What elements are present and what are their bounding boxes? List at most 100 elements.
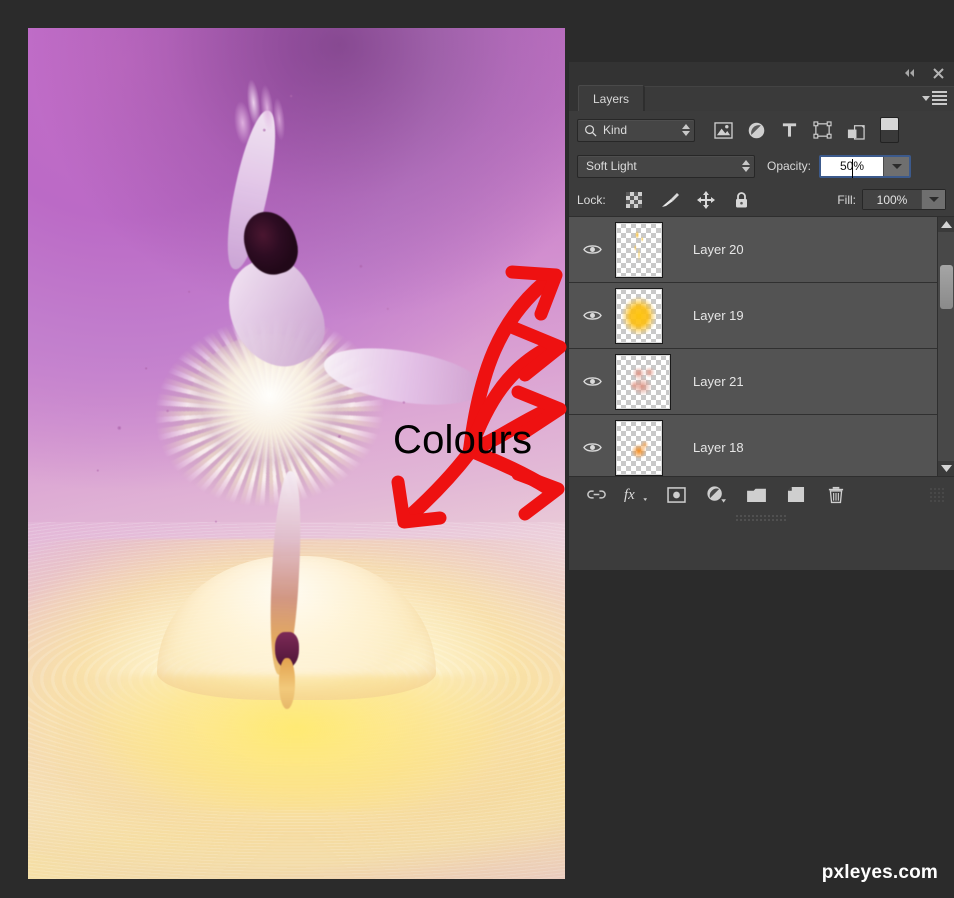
lock-all-icon[interactable] [724, 188, 760, 212]
mask-icon [666, 486, 686, 503]
layer-visibility-toggle[interactable] [569, 441, 615, 454]
grip-dots-icon [735, 514, 788, 522]
table-row[interactable]: Layer 20 [569, 217, 954, 283]
layer-thumbnail-cell [615, 221, 679, 278]
close-panel-button[interactable] [930, 66, 946, 80]
new-layer-icon [787, 486, 805, 503]
scroll-up-arrow-icon [940, 221, 952, 228]
hamburger-icon [932, 91, 947, 105]
layer-list: Layer 20 Layer 19 Layer 21 Layer 18 [569, 217, 954, 476]
layer-name: Layer 18 [693, 440, 744, 455]
layer-visibility-toggle[interactable] [569, 243, 615, 256]
new-group-button[interactable] [739, 481, 773, 509]
chevron-down-icon [928, 197, 939, 202]
lock-label: Lock: [577, 192, 606, 207]
blend-mode-select[interactable]: Soft Light [577, 154, 755, 178]
tab-layers-label: Layers [593, 91, 630, 106]
panel-bottom-grip[interactable] [569, 512, 954, 524]
close-icon [932, 67, 944, 79]
chevron-down-icon [922, 95, 930, 101]
fill-label: Fill: [837, 192, 856, 207]
blend-mode-row: Soft Light Opacity: 50% [569, 149, 954, 183]
eye-icon [582, 443, 602, 452]
layer-list-scrollbar[interactable] [937, 217, 954, 476]
chevron-down-icon [891, 163, 902, 169]
table-row[interactable]: Layer 18 [569, 415, 954, 476]
fill-dropdown-button[interactable] [921, 190, 945, 209]
add-layer-mask-button[interactable] [659, 481, 693, 509]
stepper-up-down-icon[interactable] [682, 124, 690, 136]
filter-adjustment-icon[interactable] [740, 117, 773, 143]
layer-name: Layer 19 [693, 308, 744, 323]
lock-image-pixels-icon[interactable] [652, 188, 688, 212]
fill-control[interactable]: 100% [862, 189, 946, 210]
scroll-down-arrow-icon [940, 465, 952, 472]
opacity-input[interactable]: 50% [821, 156, 884, 178]
panel-resize-grip[interactable] [930, 487, 944, 502]
fill-value: 100% [876, 192, 908, 207]
filter-kind-select[interactable]: Kind [577, 118, 695, 142]
filter-type-icon[interactable] [773, 117, 806, 143]
watermark: pxleyes.com [821, 862, 938, 883]
annotation-label: Colours [393, 418, 533, 462]
link-icon [586, 490, 606, 499]
folder-icon [746, 488, 766, 502]
scroll-down-button[interactable] [938, 461, 954, 476]
scrollbar-thumb[interactable] [940, 265, 953, 309]
new-fill-adjustment-button[interactable] [699, 481, 733, 509]
filter-shape-icon[interactable] [806, 117, 839, 143]
search-icon [585, 124, 597, 137]
table-row[interactable]: Layer 21 [569, 349, 954, 415]
lock-transparent-pixels-icon[interactable] [616, 188, 652, 212]
filter-kind-label: Kind [603, 123, 628, 137]
eye-icon [582, 377, 602, 386]
layer-thumbnail [615, 353, 671, 410]
layer-name: Layer 21 [693, 374, 744, 389]
layer-thumbnail-cell [615, 287, 679, 344]
panel-tab-row: Layers [569, 84, 954, 111]
tab-strip-empty [644, 86, 954, 111]
svg-text:fx: fx [624, 487, 635, 503]
layers-panel: Layers Kind Soft Light Opacity: Lock: Fi… [568, 62, 954, 570]
panel-titlebar [569, 62, 954, 84]
table-row[interactable]: Layer 19 [569, 283, 954, 349]
lock-position-icon[interactable] [688, 188, 724, 212]
filter-pixel-icon[interactable] [707, 117, 740, 143]
fx-icon: fx [624, 487, 648, 503]
adjustment-circle-icon [706, 486, 726, 503]
link-layers-button[interactable] [579, 481, 613, 509]
layer-style-button[interactable]: fx [619, 481, 653, 509]
fill-input[interactable]: 100% [863, 190, 921, 209]
panel-menu-button[interactable] [922, 91, 947, 105]
filter-toggle-switch[interactable] [880, 117, 899, 143]
trash-icon [828, 486, 844, 504]
lock-row: Lock: Fill: 100% [569, 183, 954, 217]
layer-thumbnail [615, 221, 663, 278]
tab-layers[interactable]: Layers [578, 85, 645, 111]
opacity-dropdown-button[interactable] [883, 156, 910, 176]
layer-visibility-toggle[interactable] [569, 309, 615, 322]
layer-visibility-toggle[interactable] [569, 375, 615, 388]
stepper-up-down-icon[interactable] [742, 160, 750, 172]
layer-thumbnail-cell [615, 419, 679, 476]
layer-name: Layer 20 [693, 242, 744, 257]
double-chevron-left-icon [905, 69, 914, 77]
blend-mode-value: Soft Light [586, 159, 637, 173]
eye-icon [582, 311, 602, 320]
filter-smart-object-icon[interactable] [839, 117, 872, 143]
delete-layer-button[interactable] [819, 481, 853, 509]
eye-icon [582, 245, 602, 254]
scroll-up-button[interactable] [938, 217, 954, 232]
layers-panel-footer: fx [569, 476, 954, 512]
layer-thumbnail [615, 419, 663, 476]
layer-filter-row: Kind [569, 111, 954, 149]
screen-root: Layers Kind Soft Light Opacity: Lock: Fi… [0, 0, 954, 898]
new-layer-button[interactable] [779, 481, 813, 509]
layer-thumbnail [615, 287, 663, 344]
text-caret [852, 158, 854, 178]
opacity-label: Opacity: [767, 159, 812, 173]
filter-icon-group [707, 117, 899, 143]
collapse-panel-button[interactable] [902, 66, 918, 80]
layer-thumbnail-cell [615, 353, 679, 410]
opacity-control[interactable]: 50% [819, 154, 912, 178]
